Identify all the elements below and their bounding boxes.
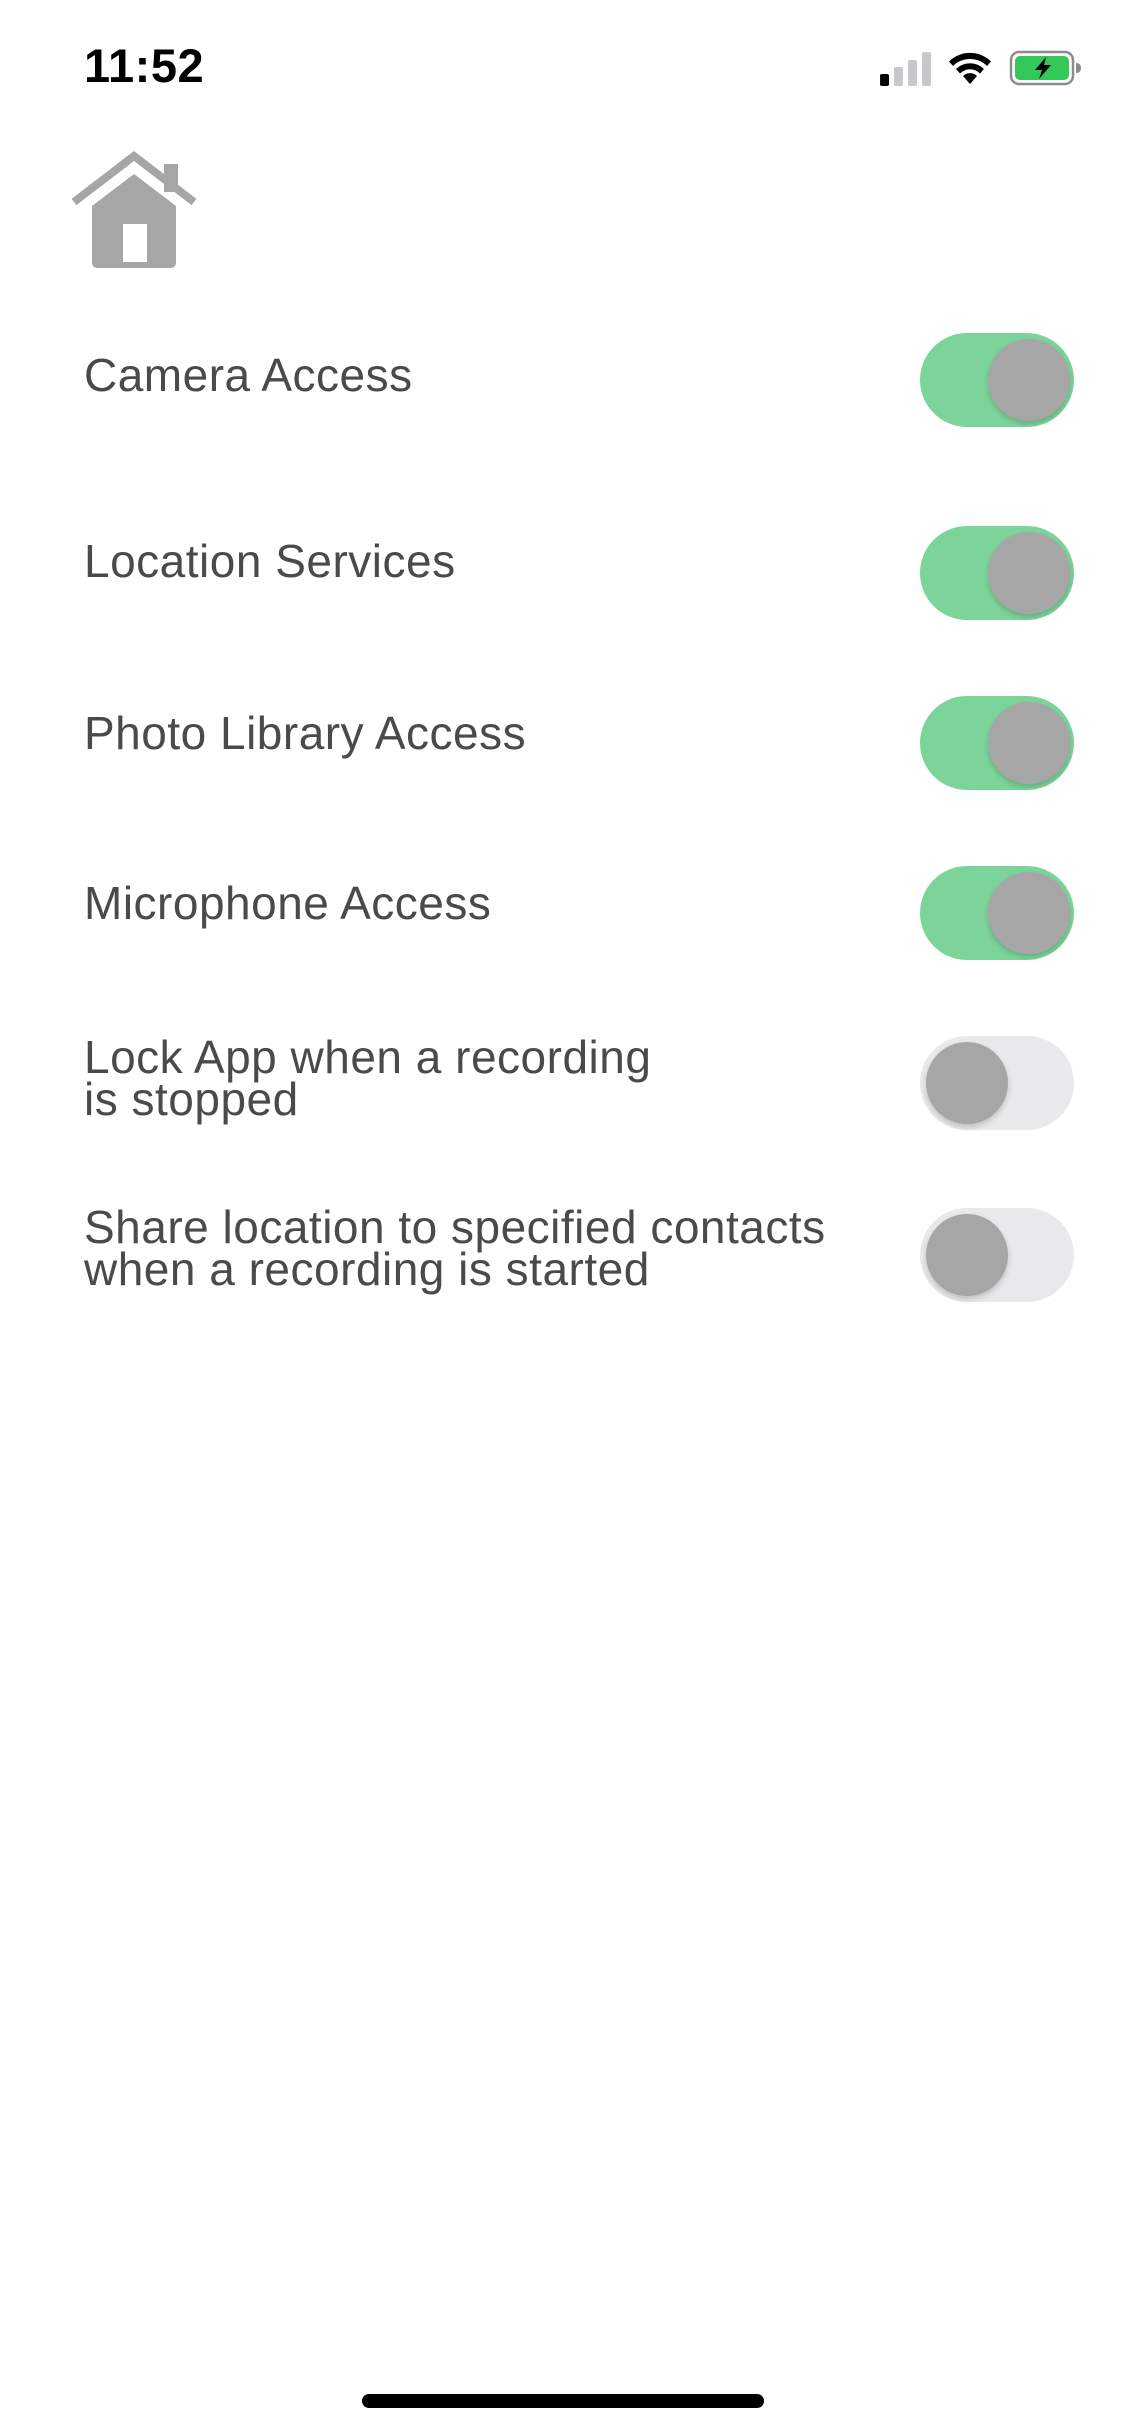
- setting-row-location-services: Location Services: [84, 520, 1074, 620]
- share-location-toggle[interactable]: [920, 1208, 1074, 1302]
- status-icons: [880, 46, 1083, 90]
- setting-row-share-location: Share location to specified contacts whe…: [84, 1190, 1074, 1320]
- setting-label: Camera Access: [84, 349, 413, 401]
- toggle-knob: [926, 1214, 1008, 1296]
- status-bar: 11:52: [0, 0, 1125, 140]
- wifi-icon: [947, 50, 993, 86]
- setting-label: Location Services: [84, 535, 456, 587]
- setting-row-lock-app: Lock App when a recording is stopped: [84, 1020, 1074, 1150]
- toggle-knob: [988, 872, 1070, 954]
- microphone-access-toggle[interactable]: [920, 866, 1074, 960]
- cellular-signal-icon: [880, 50, 931, 86]
- photo-library-access-toggle[interactable]: [920, 696, 1074, 790]
- home-icon[interactable]: [70, 150, 198, 270]
- setting-label: Microphone Access: [84, 877, 492, 929]
- toggle-knob: [926, 1042, 1008, 1124]
- setting-row-camera-access: Camera Access: [84, 330, 1074, 430]
- setting-label: Lock App when a recording is stopped: [84, 1031, 652, 1125]
- location-services-toggle[interactable]: [920, 526, 1074, 620]
- status-time: 11:52: [84, 39, 205, 92]
- home-indicator[interactable]: [362, 2394, 764, 2408]
- battery-charging-icon: [1009, 49, 1083, 87]
- setting-label: Photo Library Access: [84, 707, 527, 759]
- toggle-knob: [988, 702, 1070, 784]
- setting-row-microphone-access: Microphone Access: [84, 862, 1074, 962]
- setting-label: Share location to specified contacts whe…: [84, 1201, 826, 1295]
- setting-row-photo-library-access: Photo Library Access: [84, 690, 1074, 790]
- lock-app-toggle[interactable]: [920, 1036, 1074, 1130]
- toggle-knob: [988, 339, 1070, 421]
- toggle-knob: [988, 532, 1070, 614]
- camera-access-toggle[interactable]: [920, 333, 1074, 427]
